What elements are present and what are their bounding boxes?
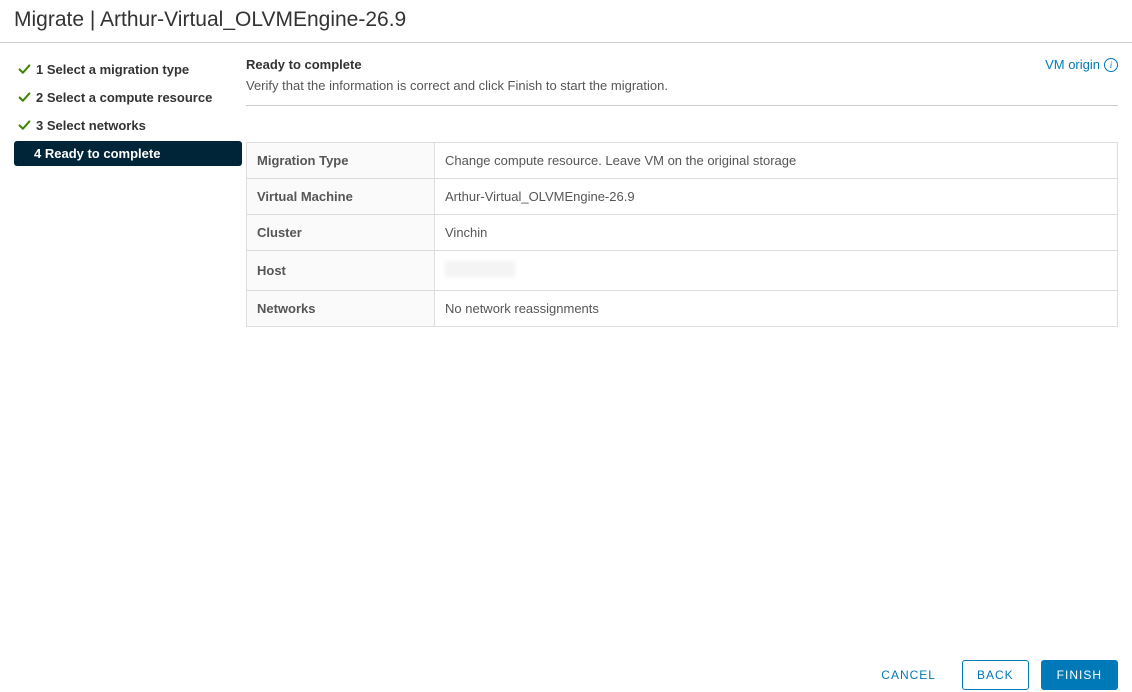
check-icon (18, 91, 31, 104)
summary-row-label: Migration Type (247, 143, 435, 179)
section-header-left: Ready to complete Verify that the inform… (246, 57, 668, 93)
info-icon: i (1104, 58, 1118, 72)
dialog-title: Migrate | Arthur-Virtual_OLVMEngine-26.9 (14, 8, 1118, 32)
wizard-step-ready-to-complete[interactable]: 4 Ready to complete (14, 141, 242, 166)
section-subtitle: Verify that the information is correct a… (246, 78, 668, 93)
section-title: Ready to complete (246, 57, 668, 72)
table-row: Migration Type Change compute resource. … (247, 143, 1118, 179)
summary-table: Migration Type Change compute resource. … (246, 142, 1118, 327)
summary-row-label: Host (247, 251, 435, 291)
wizard-step-label: 3 Select networks (36, 118, 146, 133)
wizard-step-label: 1 Select a migration type (36, 62, 189, 77)
check-icon (18, 119, 31, 132)
summary-row-value: Vinchin (435, 215, 1118, 251)
table-row: Networks No network reassignments (247, 291, 1118, 327)
check-icon (18, 63, 31, 76)
dialog-header: Migrate | Arthur-Virtual_OLVMEngine-26.9 (0, 0, 1132, 43)
summary-row-label: Networks (247, 291, 435, 327)
table-row: Host (247, 251, 1118, 291)
section-header: Ready to complete Verify that the inform… (246, 57, 1118, 106)
back-button[interactable]: BACK (962, 660, 1029, 690)
vm-origin-label: VM origin (1045, 57, 1100, 72)
table-row: Cluster Vinchin (247, 215, 1118, 251)
cancel-button[interactable]: CANCEL (867, 660, 950, 690)
dialog-footer: CANCEL BACK FINISH (867, 660, 1118, 690)
redacted-host-value (445, 261, 515, 277)
summary-row-value: Change compute resource. Leave VM on the… (435, 143, 1118, 179)
summary-row-value: No network reassignments (435, 291, 1118, 327)
finish-button[interactable]: FINISH (1041, 660, 1118, 690)
summary-row-label: Cluster (247, 215, 435, 251)
main-content: Ready to complete Verify that the inform… (242, 57, 1118, 327)
wizard-step-compute-resource[interactable]: 2 Select a compute resource (14, 85, 242, 110)
wizard-step-label: 2 Select a compute resource (36, 90, 212, 105)
summary-row-label: Virtual Machine (247, 179, 435, 215)
wizard-step-migration-type[interactable]: 1 Select a migration type (14, 57, 242, 82)
vm-origin-link[interactable]: VM origin i (1045, 57, 1118, 72)
summary-row-value: Arthur-Virtual_OLVMEngine-26.9 (435, 179, 1118, 215)
wizard-sidebar: 1 Select a migration type 2 Select a com… (14, 57, 242, 327)
dialog-body: 1 Select a migration type 2 Select a com… (0, 43, 1132, 327)
table-row: Virtual Machine Arthur-Virtual_OLVMEngin… (247, 179, 1118, 215)
wizard-step-networks[interactable]: 3 Select networks (14, 113, 242, 138)
wizard-step-label: 4 Ready to complete (34, 146, 160, 161)
summary-row-value (435, 251, 1118, 291)
